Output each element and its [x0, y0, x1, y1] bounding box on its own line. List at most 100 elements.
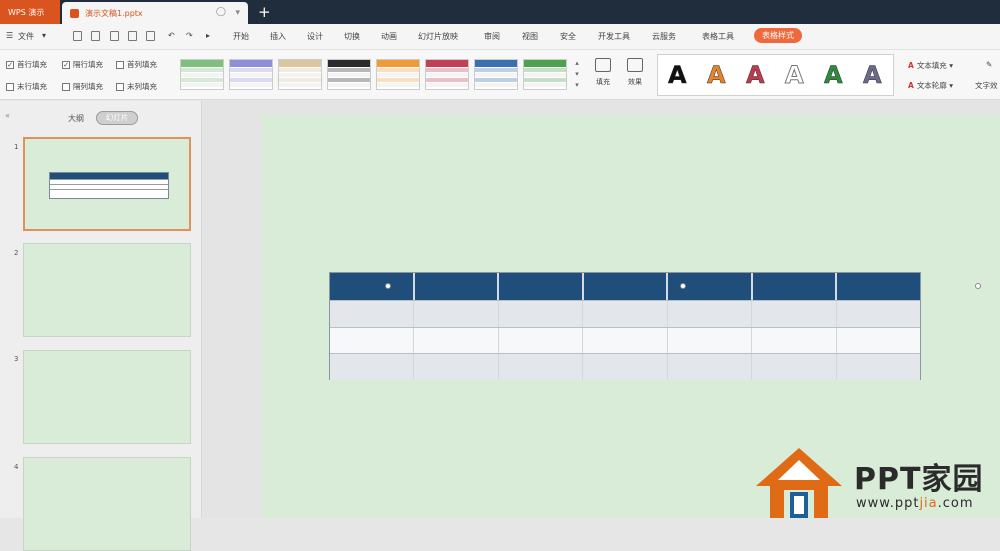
text-outline-button[interactable]: A 文本轮廓 ▾ [908, 80, 953, 91]
table-header-cell[interactable] [584, 273, 669, 300]
table-cell[interactable] [330, 327, 415, 353]
wordart-style-option[interactable]: A [863, 61, 882, 90]
collapse-panel-icon[interactable]: « [5, 111, 10, 120]
checkbox-box[interactable] [116, 82, 124, 91]
table-header-cell[interactable] [330, 273, 415, 300]
table-cell[interactable] [752, 327, 837, 353]
slide-thumbnail-1[interactable] [23, 137, 191, 231]
menu-item-transition[interactable]: 切换 [344, 31, 360, 42]
menu-item-table-tools[interactable]: 表格工具 [702, 31, 734, 42]
checkbox-box[interactable] [62, 82, 70, 91]
menu-item-view[interactable]: 视图 [522, 31, 538, 42]
new-tab-button[interactable]: + [258, 3, 271, 21]
table-cell[interactable] [668, 327, 753, 353]
tab-dropdown-icon[interactable]: ▾ [235, 8, 240, 18]
table-header-cell[interactable] [837, 273, 920, 300]
menu-item-developer[interactable]: 开发工具 [598, 31, 630, 42]
menu-hamburger-icon[interactable]: ☰ [6, 31, 13, 40]
undo-icon[interactable]: ↶ [168, 31, 175, 40]
document-tab[interactable]: 演示文稿1.pptx ◯ ▾ [62, 2, 248, 24]
table-cell[interactable] [583, 354, 668, 380]
table-style-thumbnail[interactable] [278, 59, 322, 90]
text-effect-button[interactable]: 文字效 [975, 80, 998, 91]
redo-icon[interactable]: ↷ [186, 31, 193, 40]
table-header-row[interactable] [330, 273, 920, 300]
wordart-style-option[interactable]: A [668, 61, 687, 90]
new-file-icon[interactable] [73, 31, 82, 41]
table-cell[interactable] [837, 301, 920, 327]
tab-outline[interactable]: 大纲 [68, 113, 84, 124]
resize-handle[interactable] [680, 283, 686, 289]
table-row[interactable] [330, 353, 920, 380]
table-style-thumbnail[interactable] [327, 59, 371, 90]
checkbox-box[interactable]: ✓ [6, 60, 14, 69]
pen-icon[interactable]: ✎ [986, 60, 992, 69]
table-style-thumbnail[interactable] [425, 59, 469, 90]
menu-item-review[interactable]: 审阅 [484, 31, 500, 42]
slide-thumbnail-3[interactable] [23, 350, 191, 444]
resize-handle[interactable] [975, 283, 981, 289]
gallery-scroll[interactable]: ▴ ▾ ▾ [572, 58, 582, 92]
wordart-style-option[interactable]: A [785, 61, 805, 90]
checkbox-last-column[interactable]: 末列填充 [116, 81, 157, 92]
table-cell[interactable] [499, 354, 584, 380]
app-tab[interactable]: WPS 演示 [0, 0, 60, 24]
wordart-style-option[interactable]: A [746, 61, 765, 90]
text-fill-button[interactable]: A 文本填充 ▾ [908, 60, 953, 71]
table-cell[interactable] [752, 301, 837, 327]
resize-handle[interactable] [385, 283, 391, 289]
table-style-thumbnail[interactable] [229, 59, 273, 90]
table-cell[interactable] [499, 327, 584, 353]
wordart-style-option[interactable]: A [707, 61, 726, 90]
table-cell[interactable] [583, 327, 668, 353]
checkbox-banded-columns[interactable]: 隔列填充 [62, 81, 103, 92]
menu-item-slideshow[interactable]: 幻灯片放映 [418, 31, 458, 42]
menu-item-insert[interactable]: 插入 [270, 31, 286, 42]
table-style-thumbnail[interactable] [523, 59, 567, 90]
more-icon[interactable]: ▸ [206, 31, 210, 40]
checkbox-first-column[interactable]: 首列填充 [116, 59, 157, 70]
table-row[interactable] [330, 326, 920, 353]
pin-icon[interactable]: ◯ [216, 7, 226, 17]
table-cell[interactable] [837, 354, 920, 380]
table-header-cell[interactable] [499, 273, 584, 300]
table-cell[interactable] [414, 354, 499, 380]
table-style-thumbnail[interactable] [180, 59, 224, 90]
open-file-icon[interactable] [91, 31, 100, 41]
print-preview-icon[interactable] [146, 31, 155, 41]
checkbox-box[interactable] [6, 82, 14, 91]
checkbox-box[interactable]: ✓ [62, 60, 70, 69]
checkbox-total-row[interactable]: 末行填充 [6, 81, 47, 92]
table-row[interactable] [330, 300, 920, 327]
menu-item-security[interactable]: 安全 [560, 31, 576, 42]
tab-slides[interactable]: 幻灯片 [96, 111, 138, 125]
menu-item-design[interactable]: 设计 [307, 31, 323, 42]
menu-item-table-style[interactable]: 表格样式 [754, 28, 802, 43]
table-cell[interactable] [330, 354, 415, 380]
file-menu[interactable]: 文件 [18, 31, 34, 42]
checkbox-header-row[interactable]: ✓ 首行填充 [6, 59, 47, 70]
table-cell[interactable] [414, 301, 499, 327]
table-cell[interactable] [668, 301, 753, 327]
table-cell[interactable] [583, 301, 668, 327]
print-icon[interactable] [128, 31, 137, 41]
checkbox-box[interactable] [116, 60, 124, 69]
effect-button[interactable]: 效果 [620, 56, 650, 94]
table-cell[interactable] [330, 301, 415, 327]
table-cell[interactable] [668, 354, 753, 380]
table-cell[interactable] [414, 327, 499, 353]
table-header-cell[interactable] [415, 273, 500, 300]
save-icon[interactable] [110, 31, 119, 41]
fill-button[interactable]: 填充 [588, 56, 618, 94]
slide-thumbnail-4[interactable] [23, 457, 191, 551]
table-cell[interactable] [499, 301, 584, 327]
slide-table[interactable] [329, 272, 921, 380]
checkbox-banded-rows[interactable]: ✓ 隔行填充 [62, 59, 103, 70]
table-style-thumbnail[interactable] [474, 59, 518, 90]
menu-item-animation[interactable]: 动画 [381, 31, 397, 42]
chevron-down-icon[interactable]: ▾ [42, 31, 46, 40]
menu-item-start[interactable]: 开始 [233, 31, 249, 42]
table-style-thumbnail[interactable] [376, 59, 420, 90]
menu-item-cloud[interactable]: 云服务 [652, 31, 676, 42]
table-header-cell[interactable] [753, 273, 838, 300]
